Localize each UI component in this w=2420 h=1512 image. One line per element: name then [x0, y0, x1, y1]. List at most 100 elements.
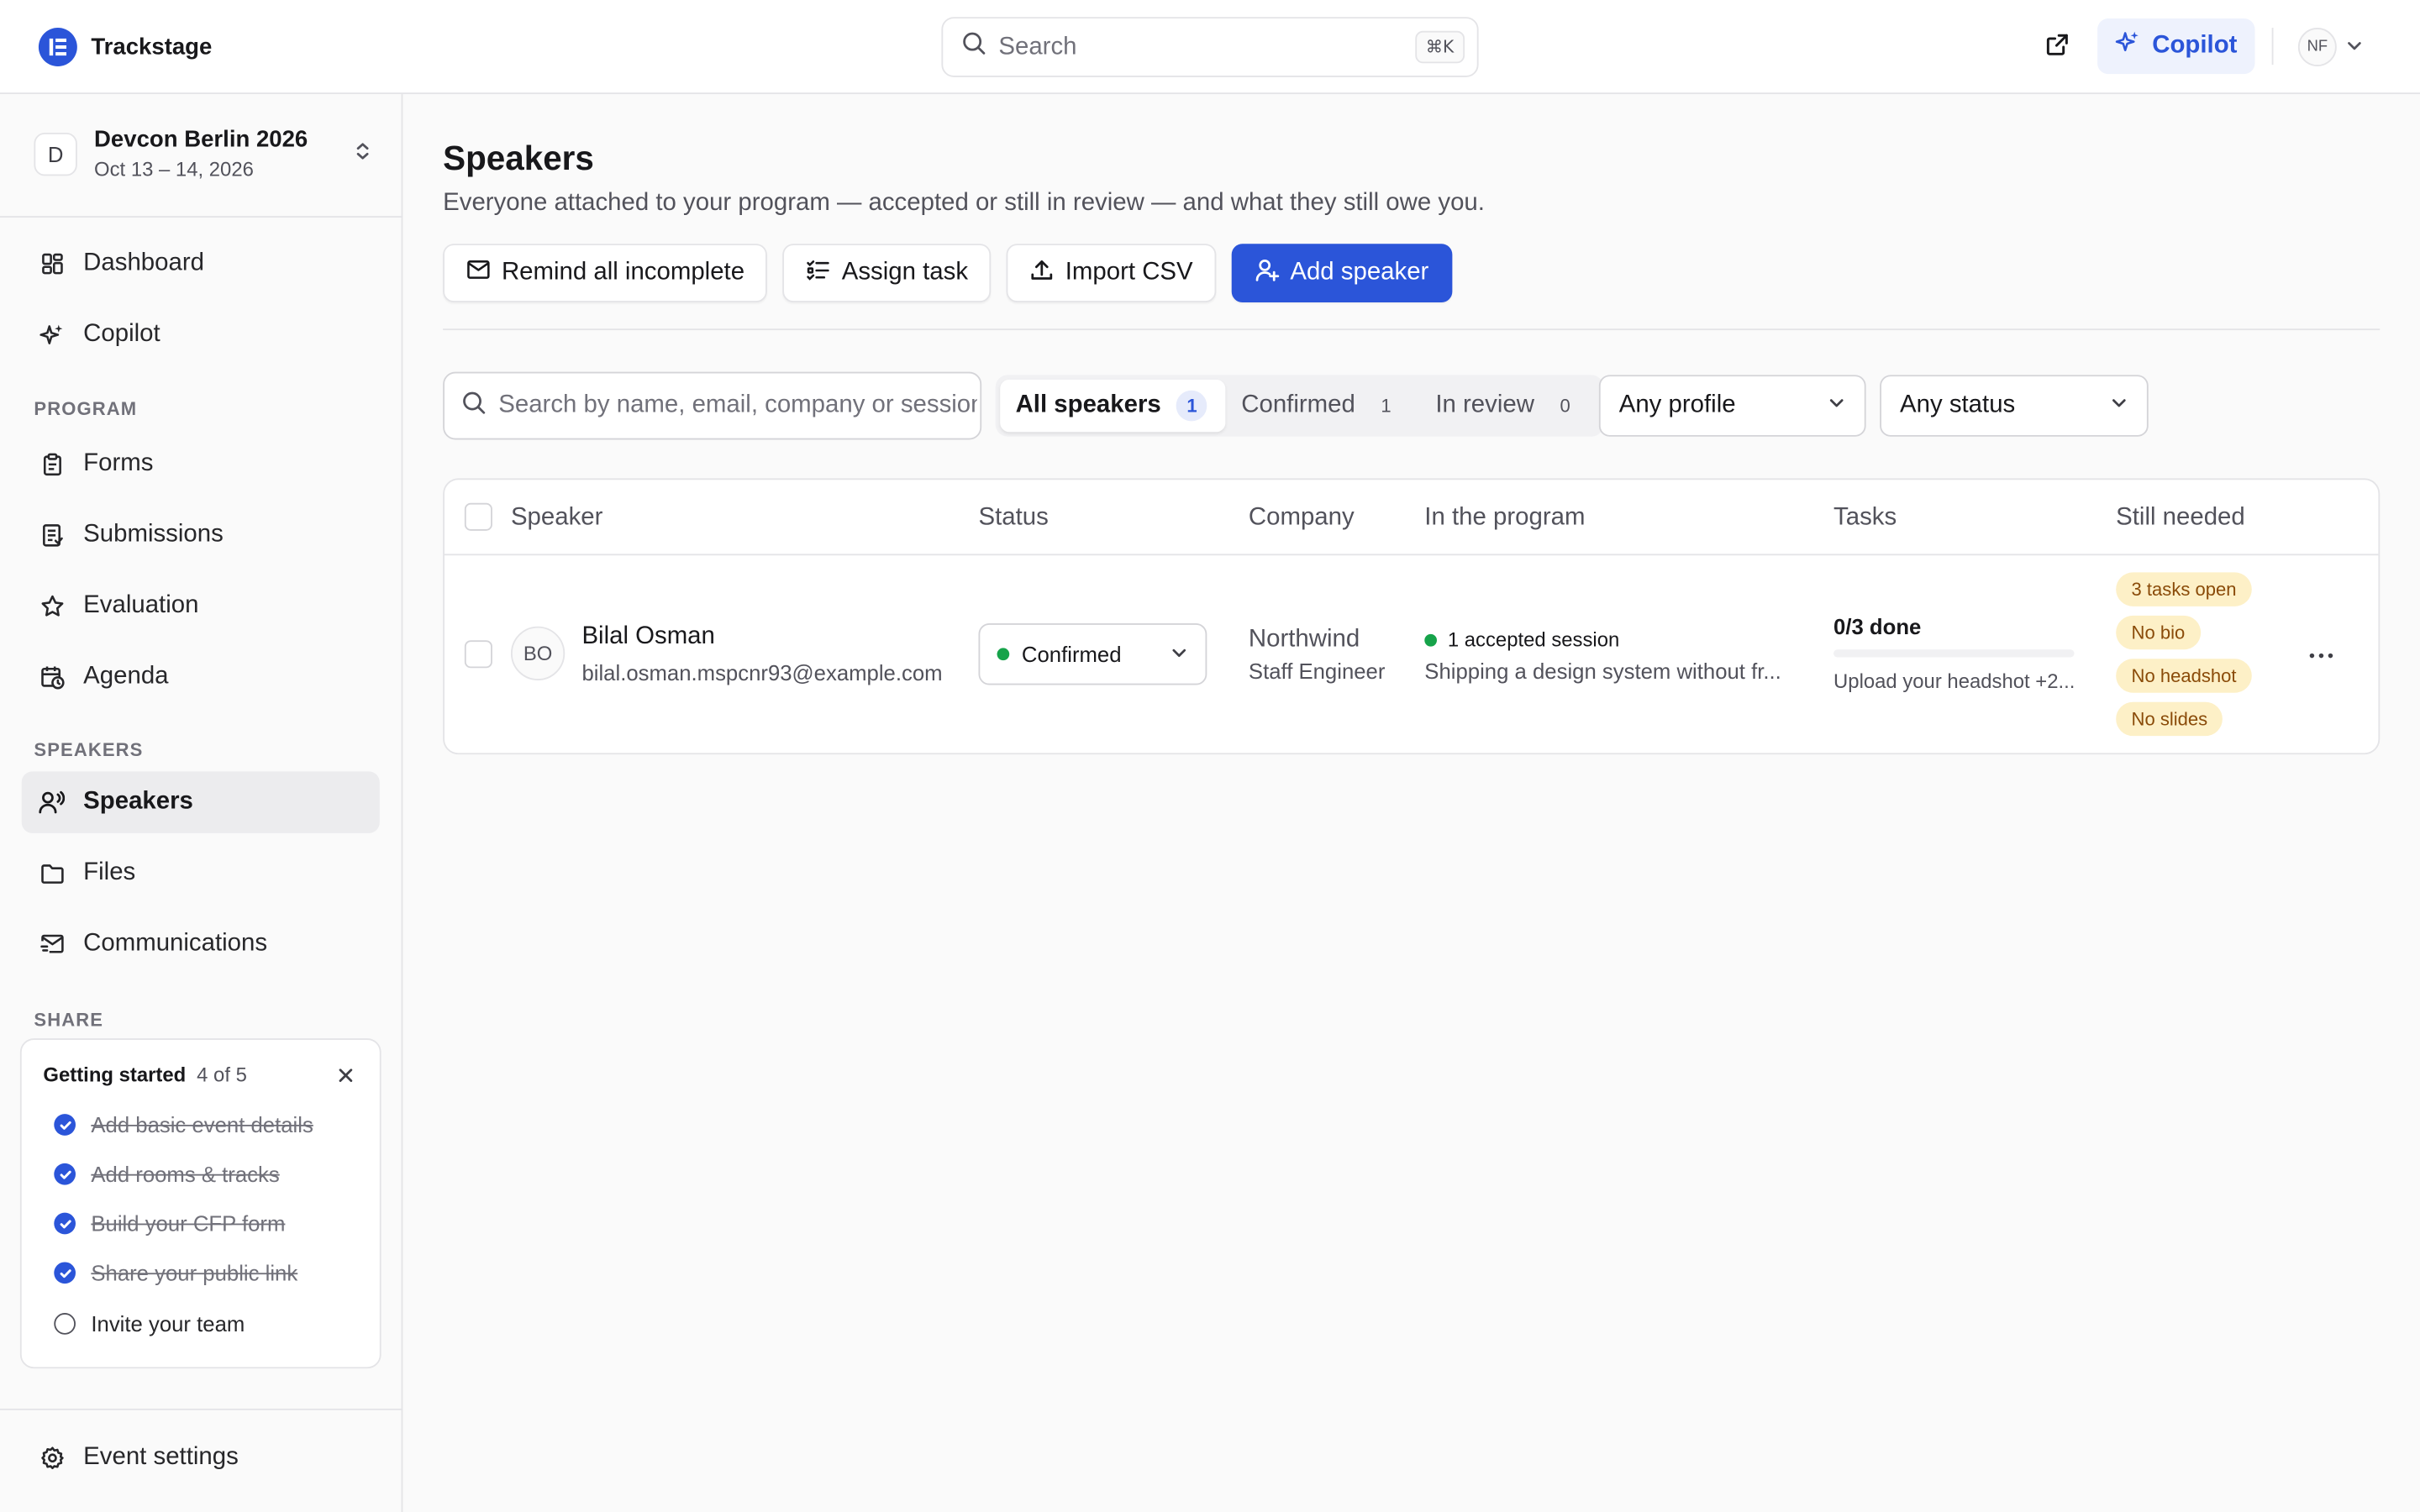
checklist-item-cfp-form[interactable]: Build your CFP form — [54, 1211, 285, 1236]
checklist-item-public-link[interactable]: Share your public link — [54, 1261, 297, 1285]
tab-label: All speakers — [1015, 391, 1161, 418]
remind-all-label: Remind all incomplete — [501, 259, 745, 286]
event-avatar: D — [34, 132, 77, 176]
sidebar-item-label: Speakers — [83, 788, 193, 815]
check-circle-icon — [54, 1212, 76, 1235]
checklist-item-invite-team[interactable]: Invite your team — [54, 1311, 245, 1336]
column-header-status[interactable]: Status — [978, 505, 1048, 533]
tab-in-review[interactable]: In review 0 — [1420, 380, 1599, 432]
sidebar-item-agenda[interactable]: Agenda — [22, 647, 380, 708]
sidebar-item-forms[interactable]: Forms — [22, 433, 380, 495]
column-header-speaker[interactable]: Speaker — [511, 505, 602, 533]
select-all-checkbox[interactable] — [464, 502, 492, 531]
mail-send-icon — [466, 257, 491, 290]
global-search-placeholder: Search — [998, 33, 1077, 60]
row-actions-button[interactable] — [2300, 634, 2343, 671]
column-header-program[interactable]: In the program — [1424, 505, 1585, 533]
star-icon — [39, 593, 65, 619]
page-subtitle: Everyone attached to your program — acce… — [443, 189, 1485, 217]
column-header-company[interactable]: Company — [1249, 505, 1355, 533]
row-checkbox[interactable] — [464, 640, 492, 669]
profile-filter-select[interactable]: Any profile — [1598, 375, 1866, 437]
sidebar-divider — [0, 216, 403, 218]
copilot-button[interactable]: Copilot — [2097, 18, 2255, 75]
gear-icon — [39, 1445, 65, 1471]
status-filter-value: Any status — [1900, 391, 2016, 418]
speaker-company: Northwind — [1248, 626, 1360, 653]
top-bar: Trackstage Search ⌘K Copilot NF — [0, 0, 2420, 95]
filter-bar: All speakers 1 Confirmed 1 In review 0 A… — [443, 371, 2380, 440]
sidebar-item-dashboard[interactable]: Dashboard — [22, 233, 380, 294]
open-public-page-button[interactable] — [2037, 28, 2077, 68]
tab-all-speakers[interactable]: All speakers 1 — [1000, 379, 1226, 433]
remind-all-button[interactable]: Remind all incomplete — [443, 244, 768, 303]
speaker-role: Staff Engineer — [1248, 659, 1386, 684]
session-title[interactable]: Shipping a design system without fr... — [1424, 659, 1788, 683]
chevron-down-icon — [2346, 33, 2363, 60]
sidebar-item-label: Forms — [83, 450, 154, 477]
import-csv-button[interactable]: Import CSV — [1006, 244, 1217, 303]
checklist-item-label: Invite your team — [91, 1311, 245, 1336]
section-label-program: PROGRAM — [34, 397, 138, 420]
sidebar: D Devcon Berlin 2026 Oct 13 – 14, 2026 D… — [0, 94, 403, 1512]
check-circle-icon — [54, 1114, 76, 1136]
getting-started-title: Getting started — [43, 1063, 187, 1087]
speaker-status-select[interactable]: Confirmed — [978, 623, 1207, 685]
sidebar-item-copilot[interactable]: Copilot — [22, 304, 380, 365]
status-filter-select[interactable]: Any status — [1880, 375, 2149, 437]
brand[interactable]: Trackstage — [38, 28, 213, 66]
getting-started-count: 4 of 5 — [197, 1063, 247, 1087]
upload-icon — [1030, 257, 1055, 290]
sidebar-item-label: Files — [83, 859, 136, 886]
add-speaker-button[interactable]: Add speaker — [1231, 244, 1452, 303]
speakers-table: Speaker Status Company In the program Ta… — [443, 478, 2381, 755]
header-divider — [443, 328, 2381, 331]
status-dot-icon — [997, 648, 1010, 661]
sidebar-item-communications[interactable]: Communications — [22, 913, 380, 974]
still-needed-badge: No headshot — [2116, 659, 2252, 693]
program-summary: 1 accepted session — [1424, 628, 1619, 651]
table-header-divider — [444, 554, 2379, 556]
sidebar-item-event-settings[interactable]: Event settings — [22, 1427, 380, 1488]
still-needed-badge: No bio — [2116, 615, 2201, 650]
tab-label: Confirmed — [1241, 391, 1355, 418]
app-name: Trackstage — [91, 34, 213, 60]
sidebar-item-evaluation[interactable]: Evaluation — [22, 575, 380, 637]
checklist-item-rooms-tracks[interactable]: Add rooms & tracks — [54, 1162, 280, 1187]
event-switcher[interactable]: D Devcon Berlin 2026 Oct 13 – 14, 2026 — [34, 125, 373, 184]
search-icon — [961, 31, 986, 64]
speaker-name[interactable]: Bilal Osman — [581, 623, 714, 651]
sidebar-item-files[interactable]: Files — [22, 843, 380, 904]
checklist-item-event-details[interactable]: Add basic event details — [54, 1112, 313, 1137]
sidebar-item-submissions[interactable]: Submissions — [22, 505, 380, 566]
chevron-down-icon — [2110, 392, 2128, 420]
speaker-search[interactable] — [443, 371, 982, 440]
tasks-progress-bar — [1833, 649, 2075, 658]
calendar-clock-icon — [39, 664, 65, 690]
speaker-search-input[interactable] — [498, 391, 977, 420]
close-icon[interactable] — [335, 1064, 357, 1086]
tab-confirmed[interactable]: Confirmed 1 — [1226, 380, 1420, 432]
clipboard-icon — [39, 451, 65, 477]
check-circle-icon — [54, 1262, 76, 1284]
assign-task-button[interactable]: Assign task — [782, 244, 992, 303]
sidebar-item-label: Copilot — [83, 321, 160, 348]
user-menu[interactable]: NF — [2297, 28, 2363, 66]
sidebar-item-label: Agenda — [83, 663, 169, 690]
topbar-divider — [2271, 28, 2274, 66]
user-plus-icon — [1255, 257, 1280, 290]
tab-count-badge: 0 — [1560, 395, 1570, 417]
column-header-still-needed[interactable]: Still needed — [2116, 505, 2245, 533]
section-label-speakers: SPEAKERS — [34, 738, 144, 761]
event-dates: Oct 13 – 14, 2026 — [94, 157, 254, 181]
dashboard-icon — [39, 250, 65, 276]
sidebar-item-label: Submissions — [83, 521, 224, 549]
column-header-tasks[interactable]: Tasks — [1833, 505, 1897, 533]
sidebar-item-label: Evaluation — [83, 592, 199, 619]
tab-count-badge: 1 — [1381, 395, 1392, 417]
copilot-label: Copilot — [2152, 32, 2238, 59]
still-needed-badge: No slides — [2116, 701, 2223, 737]
global-search[interactable]: Search ⌘K — [941, 17, 1479, 77]
sidebar-item-speakers[interactable]: Speakers — [21, 771, 380, 833]
checklist-item-label: Add rooms & tracks — [91, 1162, 280, 1187]
